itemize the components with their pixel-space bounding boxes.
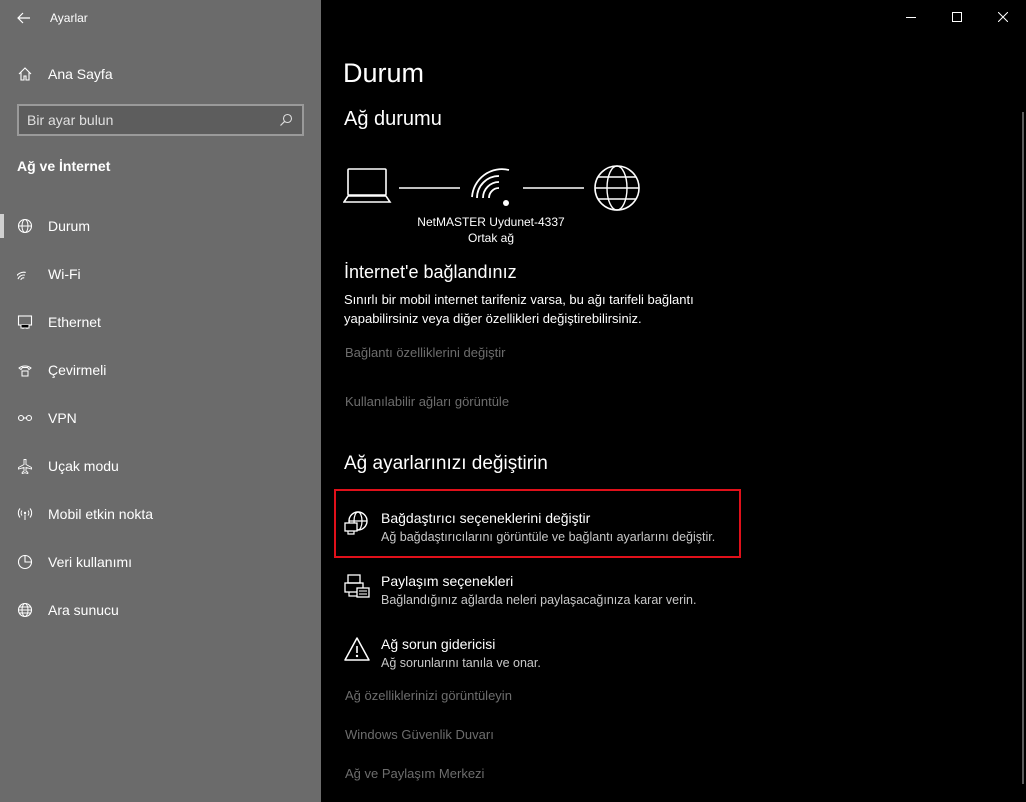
network-info: NetMASTER Uydunet-4337 Ortak ağ: [406, 214, 576, 246]
change-settings-title: Ağ ayarlarınızı değiştirin: [344, 453, 548, 474]
airplane-icon: [17, 458, 33, 474]
vpn-icon: [17, 410, 33, 426]
network-type: Ortak ağ: [467, 231, 515, 245]
minimize-icon: [906, 17, 916, 18]
titlebar-left: Ayarlar: [0, 0, 321, 36]
home-label: Ana Sayfa: [48, 66, 113, 82]
sidebar-item-label: Çevirmeli: [48, 362, 107, 378]
sidebar-item-wifi[interactable]: Wi-Fi: [0, 250, 321, 298]
network-diagram: [343, 165, 640, 211]
option-title: Paylaşım seçenekleri: [381, 573, 514, 589]
view-network-properties-link[interactable]: Ağ özelliklerinizi görüntüleyin: [345, 688, 512, 703]
network-status-title: Ağ durumu: [344, 108, 442, 130]
sidebar-item-dialup[interactable]: Çevirmeli: [0, 346, 321, 394]
window-controls: [888, 0, 1026, 34]
network-troubleshooter-button[interactable]: Ağ sorun gidericisi Ağ sorunlarını tanıl…: [342, 634, 732, 672]
data-usage-icon: [17, 554, 33, 570]
search-box[interactable]: [17, 104, 304, 136]
back-button[interactable]: [0, 0, 48, 36]
option-description: Ağ bağdaştırıcılarını görüntüle ve bağla…: [381, 530, 716, 544]
sidebar-item-label: Uçak modu: [48, 458, 119, 474]
change-connection-properties-link[interactable]: Bağlantı özelliklerini değiştir: [345, 345, 505, 360]
show-available-networks-link[interactable]: Kullanılabilir ağları görüntüle: [345, 394, 509, 409]
network-sharing-center-link[interactable]: Ağ ve Paylaşım Merkezi: [345, 766, 484, 781]
search-input[interactable]: [27, 112, 278, 128]
home-nav-item[interactable]: Ana Sayfa: [0, 56, 321, 92]
laptop-icon: [343, 168, 392, 203]
sharing-options-button[interactable]: Paylaşım seçenekleri Bağlandığınız ağlar…: [342, 571, 732, 609]
sharing-icon: [342, 573, 372, 603]
sidebar-item-airplane[interactable]: Uçak modu: [0, 442, 321, 490]
sidebar-item-label: Ethernet: [48, 314, 101, 330]
option-title: Ağ sorun gidericisi: [381, 636, 496, 652]
option-title: Bağdaştırıcı seçeneklerini değiştir: [381, 510, 591, 526]
back-arrow-icon: [17, 12, 30, 24]
option-description: Ağ sorunlarını tanıla ve onar.: [381, 656, 541, 670]
maximize-icon: [952, 12, 962, 22]
adapter-icon: [342, 510, 372, 540]
adapter-options-button[interactable]: Bağdaştırıcı seçeneklerini değiştir Ağ b…: [342, 508, 732, 546]
network-name: NetMASTER Uydunet-4337: [417, 215, 565, 229]
maximize-button[interactable]: [934, 0, 980, 34]
proxy-icon: [17, 602, 33, 618]
section-title: Ağ ve İnternet: [17, 158, 111, 174]
warning-icon: [342, 636, 372, 666]
close-icon: [998, 12, 1008, 22]
app-title: Ayarlar: [50, 11, 88, 25]
windows-firewall-link[interactable]: Windows Güvenlik Duvarı: [345, 727, 494, 742]
connected-description: Sınırlı bir mobil internet tarifeniz var…: [344, 292, 694, 326]
minimize-button[interactable]: [888, 0, 934, 34]
sidebar-item-durum[interactable]: Durum: [0, 202, 321, 250]
sidebar-item-label: Mobil etkin nokta: [48, 506, 154, 522]
sidebar: Ayarlar Ana Sayfa Ağ ve İnternet Durum W…: [0, 0, 321, 802]
wifi-signal-icon: [471, 168, 510, 206]
wifi-icon: [17, 266, 33, 282]
connected-title: İnternet'e bağlandınız: [344, 262, 517, 282]
hotspot-icon: [17, 506, 33, 522]
search-icon[interactable]: [278, 112, 294, 128]
sidebar-item-label: Ara sunucu: [48, 602, 119, 618]
sidebar-item-label: VPN: [48, 410, 77, 426]
sidebar-item-label: Veri kullanımı: [48, 554, 133, 570]
option-description: Bağlandığınız ağlarda neleri paylaşacağı…: [381, 593, 697, 607]
sidebar-item-label: Wi-Fi: [48, 266, 81, 282]
globe-icon: [594, 165, 640, 211]
ethernet-icon: [17, 314, 33, 330]
sidebar-item-ethernet[interactable]: Ethernet: [0, 298, 321, 346]
main-content: Durum Ağ durumu NetMASTER Uydunet-4337 O…: [321, 0, 1026, 802]
sidebar-item-proxy[interactable]: Ara sunucu: [0, 586, 321, 634]
sidebar-item-hotspot[interactable]: Mobil etkin nokta: [0, 490, 321, 538]
sidebar-item-data-usage[interactable]: Veri kullanımı: [0, 538, 321, 586]
sidebar-item-label: Durum: [48, 218, 91, 234]
sidebar-item-vpn[interactable]: VPN: [0, 394, 321, 442]
home-icon: [17, 66, 33, 82]
scrollbar[interactable]: [1022, 112, 1024, 784]
dialup-icon: [17, 362, 33, 378]
nav-list: Durum Wi-Fi Ethernet Çevirmeli VPN Uçak …: [0, 202, 321, 634]
globe-icon: [17, 218, 33, 234]
close-button[interactable]: [980, 0, 1026, 34]
page-title: Durum: [343, 58, 425, 88]
